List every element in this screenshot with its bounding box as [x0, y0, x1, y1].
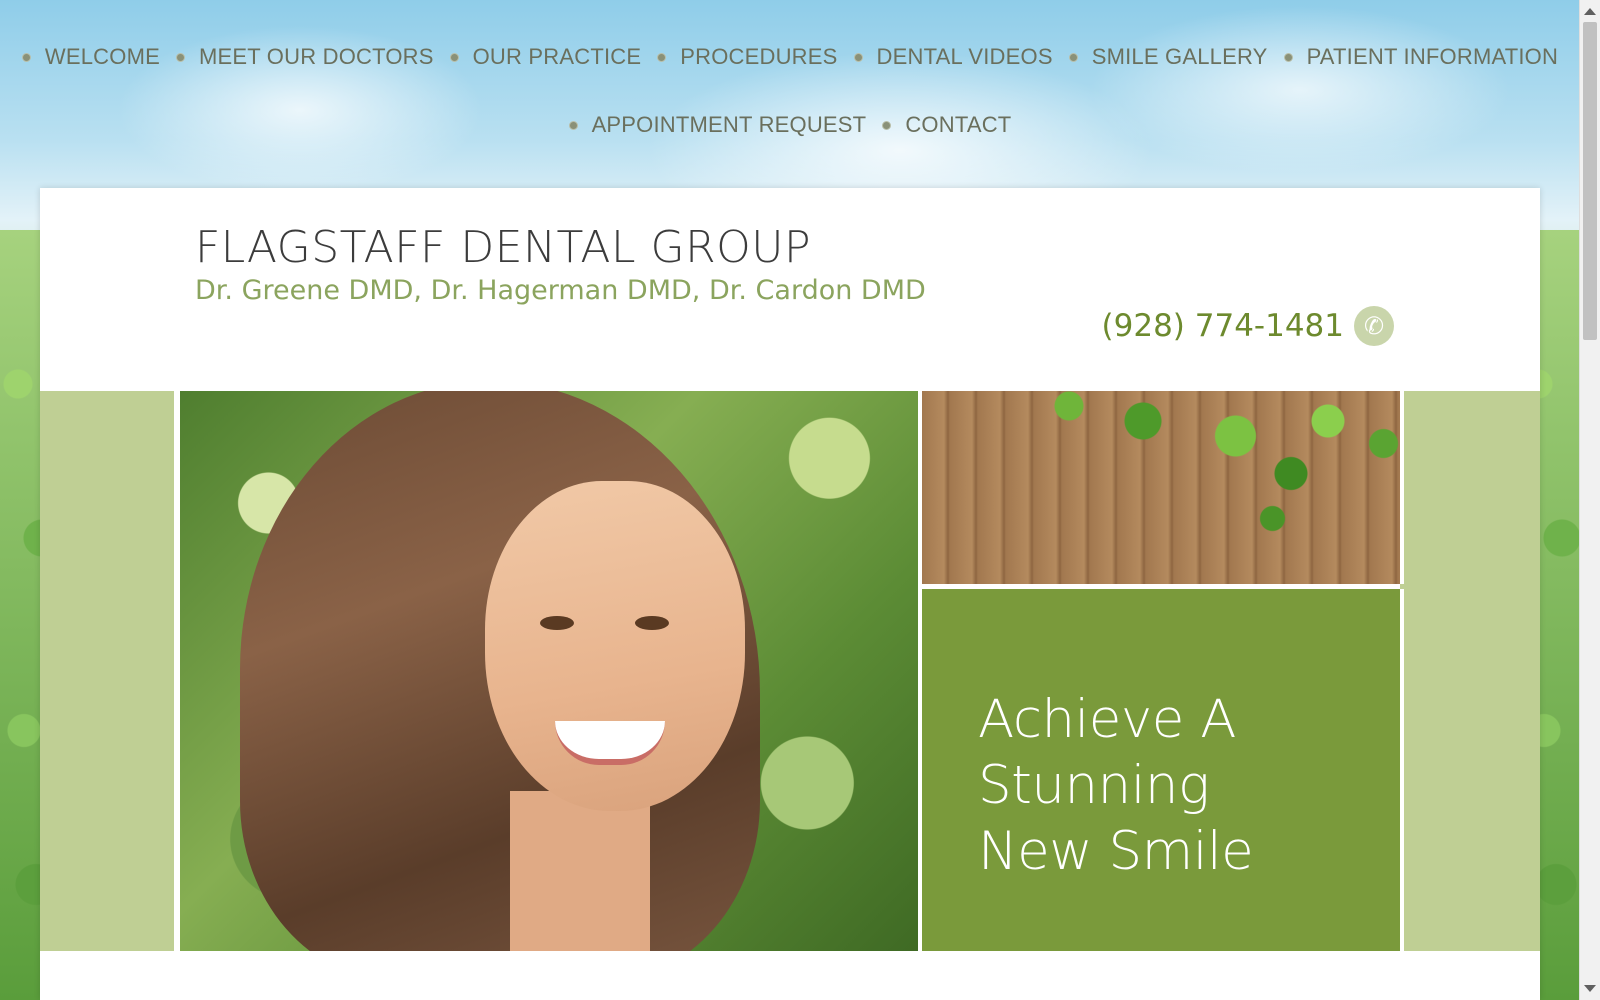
photo-smile	[555, 721, 665, 765]
scroll-thumb[interactable]	[1583, 22, 1597, 340]
page-scrollbar[interactable]	[1579, 0, 1600, 1000]
promo-panel: Achieve A Stunning New Smile	[918, 584, 1404, 951]
phone-icon[interactable]: ✆	[1354, 306, 1394, 346]
nav-contact[interactable]: CONTACT	[882, 112, 1011, 138]
photo-eye-left	[540, 616, 574, 630]
scroll-down-arrow-icon[interactable]	[1584, 985, 1596, 992]
nav-label: WELCOME	[44, 44, 160, 69]
main-navigation: WELCOME MEET OUR DOCTORS OUR PRACTICE PR…	[0, 0, 1580, 159]
fence-ivy-photo	[918, 391, 1404, 584]
hero-banner: Achieve A Stunning New Smile	[40, 391, 1540, 951]
nav-bullet-icon	[568, 120, 578, 130]
nav-label: CONTACT	[905, 112, 1012, 137]
nav-label: PATIENT INFORMATION	[1306, 44, 1559, 69]
nav-bullet-icon	[853, 52, 863, 62]
nav-bullet-icon	[1068, 52, 1078, 62]
nav-label: OUR PRACTICE	[472, 44, 642, 69]
photo-eye-right	[635, 616, 669, 630]
practice-name: FLAGSTAFF DENTAL GROUP	[195, 222, 812, 273]
nav-dental-videos[interactable]: DENTAL VIDEOS	[853, 44, 1053, 70]
nav-bullet-icon	[1283, 52, 1293, 62]
promo-line: Achieve A	[978, 689, 1236, 750]
smiling-woman-photo	[174, 391, 924, 951]
main-card: FLAGSTAFF DENTAL GROUP Dr. Greene DMD, D…	[40, 188, 1540, 1000]
nav-row-2: APPOINTMENT REQUEST CONTACT	[0, 91, 1580, 159]
nav-bullet-icon	[21, 52, 31, 62]
nav-label: PROCEDURES	[680, 44, 838, 69]
nav-bullet-icon	[882, 120, 892, 130]
nav-bullet-icon	[657, 52, 667, 62]
nav-bullet-icon	[449, 52, 459, 62]
nav-label: SMILE GALLERY	[1091, 44, 1268, 69]
nav-row-1: WELCOME MEET OUR DOCTORS OUR PRACTICE PR…	[0, 23, 1580, 91]
ivy-leaves	[1032, 391, 1400, 541]
nav-bullet-icon	[175, 52, 185, 62]
nav-patient-information[interactable]: PATIENT INFORMATION	[1283, 44, 1559, 70]
phone-number: (928) 774-1481	[1101, 308, 1344, 344]
promo-line: Stunning	[978, 755, 1210, 816]
scroll-up-arrow-icon[interactable]	[1584, 8, 1596, 15]
doctors-subtitle: Dr. Greene DMD, Dr. Hagerman DMD, Dr. Ca…	[195, 275, 926, 306]
nav-procedures[interactable]: PROCEDURES	[657, 44, 837, 70]
promo-line: New Smile	[978, 821, 1254, 882]
nav-appointment-request[interactable]: APPOINTMENT REQUEST	[568, 112, 867, 138]
photo-face	[485, 481, 745, 811]
nav-label: DENTAL VIDEOS	[876, 44, 1053, 69]
nav-smile-gallery[interactable]: SMILE GALLERY	[1068, 44, 1268, 70]
nav-welcome[interactable]: WELCOME	[21, 44, 160, 70]
nav-label: MEET OUR DOCTORS	[198, 44, 434, 69]
nav-our-practice[interactable]: OUR PRACTICE	[449, 44, 642, 70]
promo-headline: Achieve A Stunning New Smile	[978, 687, 1378, 885]
phone-contact[interactable]: (928) 774-1481 ✆	[1102, 306, 1394, 346]
brand-block[interactable]: FLAGSTAFF DENTAL GROUP Dr. Greene DMD, D…	[195, 222, 926, 308]
photo-neck	[510, 791, 650, 951]
nav-meet-our-doctors[interactable]: MEET OUR DOCTORS	[175, 44, 434, 70]
nav-label: APPOINTMENT REQUEST	[591, 112, 867, 137]
